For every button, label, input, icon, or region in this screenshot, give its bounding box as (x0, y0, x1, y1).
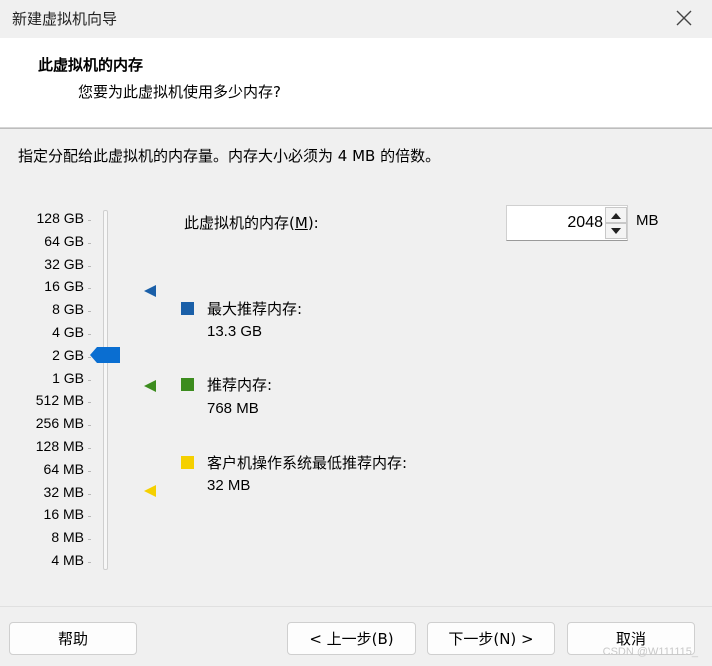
recommended-legend-swatch (181, 378, 194, 391)
memory-slider-thumb[interactable] (90, 347, 120, 363)
scale-label: 512 MB (35, 392, 84, 409)
window-title: 新建虚拟机向导 (12, 10, 118, 28)
memory-unit: MB (636, 212, 659, 229)
scale-label: 1 GB (52, 369, 84, 386)
page-title: 此虚拟机的内存 (38, 56, 144, 74)
page-subtitle: 您要为此虚拟机使用多少内存? (78, 83, 281, 101)
scale-tick (88, 220, 91, 221)
help-button[interactable]: 帮助 (9, 622, 137, 655)
back-button[interactable]: < 上一步(B) (287, 622, 416, 655)
decrement-button[interactable] (605, 223, 627, 239)
instruction-text: 指定分配给此虚拟机的内存量。内存大小必须为 4 MB 的倍数。 (18, 147, 441, 165)
title-bar: 新建虚拟机向导 (0, 0, 712, 38)
scale-label: 128 MB (35, 438, 84, 454)
scale-tick (88, 493, 91, 495)
max-recommended-marker-icon (144, 285, 156, 297)
recommended-marker-icon (144, 380, 156, 392)
max-legend-swatch (181, 302, 194, 315)
scale-tick (88, 288, 91, 290)
recommended-legend-value: 768 MB (207, 400, 259, 417)
max-legend-value: 13.3 GB (207, 323, 263, 340)
scale-tick (88, 265, 91, 267)
wizard-header: 此虚拟机的内存 您要为此虚拟机使用多少内存? (0, 38, 712, 128)
max-legend-title: 最大推荐内存: (207, 300, 303, 318)
scale-label: 256 MB (35, 415, 84, 432)
scale-tick (88, 402, 91, 404)
scale-tick (88, 539, 91, 541)
chevron-up-icon (611, 212, 621, 219)
scale-label: 2 GB (52, 346, 84, 363)
min-recommended-marker-icon (144, 485, 156, 497)
scale-label: 16 MB (43, 506, 84, 523)
scale-label: 64 MB (43, 460, 84, 477)
watermark: CSDN @W111115_ (602, 646, 698, 658)
scale-label: 64 GB (44, 232, 84, 249)
scale-tick (88, 562, 91, 563)
scale-label: 8 GB (52, 301, 84, 318)
memory-label-suffix: ): (307, 214, 319, 232)
scale-label: 8 MB (51, 529, 84, 546)
scale-tick (88, 311, 91, 313)
memory-label-mnemonic: M (294, 214, 308, 232)
scale-tick (88, 448, 91, 449)
scale-label: 16 GB (44, 278, 84, 295)
memory-label-prefix: 此虚拟机的内存( (184, 214, 295, 232)
min-legend-title: 客户机操作系统最低推荐内存: (207, 454, 408, 472)
scale-tick (88, 379, 91, 381)
min-legend-value: 32 MB (207, 477, 251, 494)
header-divider (0, 128, 712, 129)
next-button[interactable]: 下一步(N) > (427, 622, 555, 655)
close-icon[interactable] (672, 6, 696, 30)
scale-tick (88, 334, 91, 335)
footer-divider (0, 606, 712, 607)
scale-label: 32 GB (44, 255, 84, 272)
memory-field-label: 此虚拟机的内存(M): (184, 212, 319, 233)
scale-label: 4 MB (51, 552, 84, 568)
scale-tick (88, 425, 91, 427)
min-legend-swatch (181, 456, 194, 469)
scale-tick (88, 516, 91, 518)
scale-label: 32 MB (43, 483, 84, 500)
memory-spinbox[interactable] (506, 205, 628, 241)
scale-tick (88, 242, 91, 244)
memory-slider-track[interactable] (103, 210, 108, 570)
memory-input[interactable] (511, 210, 603, 236)
scale-label: 128 GB (36, 210, 84, 226)
chevron-down-icon (611, 227, 621, 234)
scale-label: 4 GB (52, 324, 84, 340)
scale-tick (88, 470, 91, 472)
recommended-legend-title: 推荐内存: (207, 376, 273, 394)
increment-button[interactable] (605, 207, 627, 223)
